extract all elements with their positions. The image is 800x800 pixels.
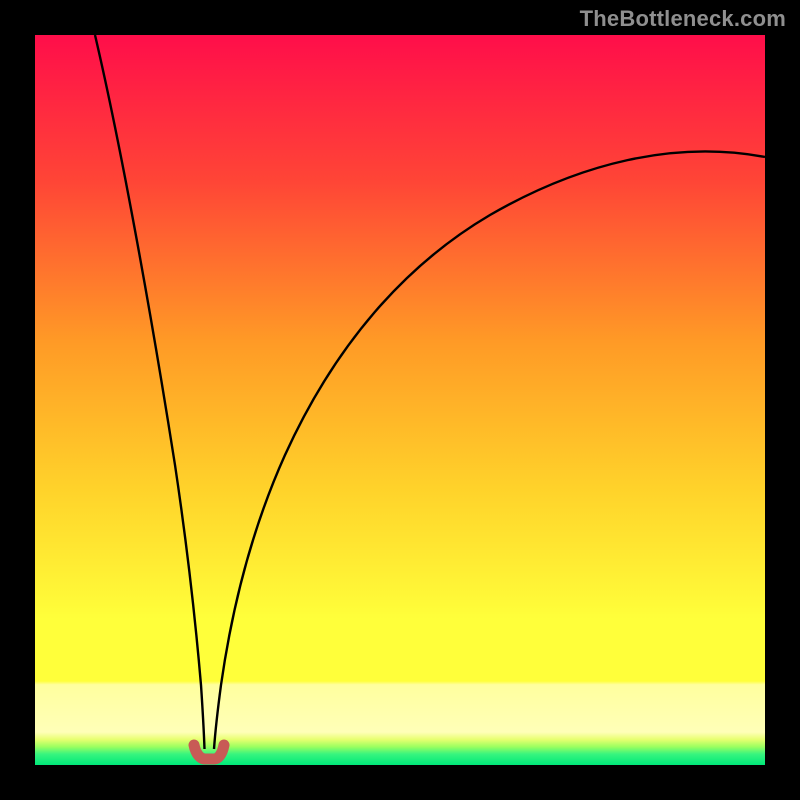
valley-marker [194,745,224,759]
left-branch [95,35,205,749]
outer-frame: TheBottleneck.com [0,0,800,800]
right-branch [214,151,765,749]
curve-layer [35,35,765,765]
plot-area [35,35,765,765]
attribution-text: TheBottleneck.com [580,6,786,32]
